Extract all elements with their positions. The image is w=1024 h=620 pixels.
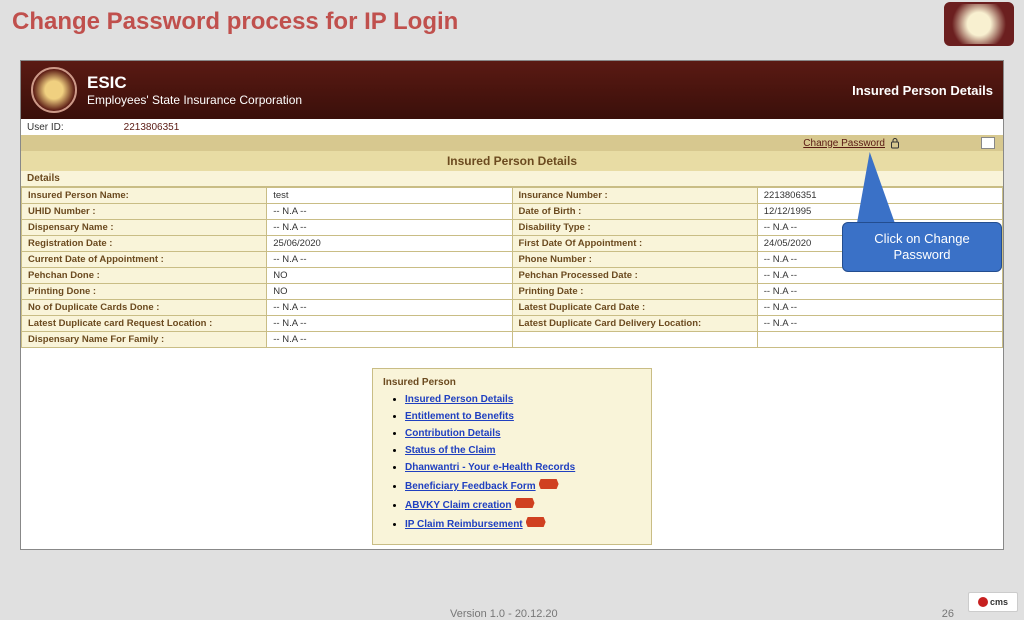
page-heading: Insured Person Details bbox=[852, 83, 993, 98]
field-label bbox=[512, 332, 757, 348]
field-label: Pehchan Done : bbox=[22, 268, 267, 284]
field-value: -- N.A -- bbox=[267, 252, 512, 268]
field-label: UHID Number : bbox=[22, 204, 267, 220]
list-item: ABVKY Claim creation bbox=[405, 498, 641, 511]
callout-pointer bbox=[850, 152, 897, 227]
field-label: Dispensary Name : bbox=[22, 220, 267, 236]
field-label: Latest Duplicate Card Date : bbox=[512, 300, 757, 316]
esic-logo bbox=[31, 67, 77, 113]
field-value: -- N.A -- bbox=[267, 220, 512, 236]
userid-label: User ID: bbox=[27, 122, 64, 133]
field-value: test bbox=[267, 188, 512, 204]
field-label: Insurance Number : bbox=[512, 188, 757, 204]
new-badge-icon bbox=[526, 517, 546, 527]
field-value: -- N.A -- bbox=[267, 316, 512, 332]
list-item: Beneficiary Feedback Form bbox=[405, 479, 641, 492]
field-label: Printing Done : bbox=[22, 284, 267, 300]
nav-link[interactable]: Status of the Claim bbox=[405, 445, 496, 456]
nav-link[interactable]: ABVKY Claim creation bbox=[405, 500, 512, 511]
field-label: Disability Type : bbox=[512, 220, 757, 236]
links-list: Insured Person Details Entitlement to Ben… bbox=[405, 394, 641, 530]
list-item: Status of the Claim bbox=[405, 445, 641, 456]
field-label: Phone Number : bbox=[512, 252, 757, 268]
field-value: -- N.A -- bbox=[267, 332, 512, 348]
list-item: Dhanwantri - Your e-Health Records bbox=[405, 462, 641, 473]
slide-title: Change Password process for IP Login bbox=[0, 0, 1024, 44]
field-label: Dispensary Name For Family : bbox=[22, 332, 267, 348]
field-label: Latest Duplicate Card Delivery Location: bbox=[512, 316, 757, 332]
lock-icon bbox=[889, 137, 901, 149]
field-label: Current Date of Appointment : bbox=[22, 252, 267, 268]
table-row: Dispensary Name For Family :-- N.A -- bbox=[22, 332, 1003, 348]
userid-value: 2213806351 bbox=[124, 122, 180, 133]
app-subtitle: Employees' State Insurance Corporation bbox=[87, 93, 302, 107]
nav-link[interactable]: Contribution Details bbox=[405, 428, 501, 439]
nav-link[interactable]: Beneficiary Feedback Form bbox=[405, 481, 536, 492]
field-value: NO bbox=[267, 268, 512, 284]
table-row: No of Duplicate Cards Done :-- N.A --Lat… bbox=[22, 300, 1003, 316]
list-item: Insured Person Details bbox=[405, 394, 641, 405]
change-password-label: Change Password bbox=[803, 138, 885, 149]
nav-link[interactable]: Insured Person Details bbox=[405, 394, 513, 405]
field-label: Date of Birth : bbox=[512, 204, 757, 220]
field-label: Printing Date : bbox=[512, 284, 757, 300]
field-value: -- N.A -- bbox=[757, 284, 1002, 300]
nav-link[interactable]: Entitlement to Benefits bbox=[405, 411, 514, 422]
field-value: -- N.A -- bbox=[757, 300, 1002, 316]
version-text: Version 1.0 - 20.12.20 bbox=[450, 608, 558, 620]
print-icon[interactable] bbox=[981, 137, 995, 149]
field-value: -- N.A -- bbox=[267, 204, 512, 220]
app-title: ESIC bbox=[87, 73, 302, 93]
cms-logo: cms bbox=[968, 592, 1018, 612]
field-value: NO bbox=[267, 284, 512, 300]
list-item: Contribution Details bbox=[405, 428, 641, 439]
field-label: Latest Duplicate card Request Location : bbox=[22, 316, 267, 332]
nav-link[interactable]: IP Claim Reimbursement bbox=[405, 519, 523, 530]
field-value: 25/06/2020 bbox=[267, 236, 512, 252]
change-password-link[interactable]: Change Password bbox=[803, 137, 901, 149]
nav-link[interactable]: Dhanwantri - Your e-Health Records bbox=[405, 462, 575, 473]
table-row: Latest Duplicate card Request Location :… bbox=[22, 316, 1003, 332]
action-bar: Change Password bbox=[21, 135, 1003, 151]
app-screenshot: ESIC Employees' State Insurance Corporat… bbox=[20, 60, 1004, 550]
field-value: -- N.A -- bbox=[267, 300, 512, 316]
new-badge-icon bbox=[515, 498, 535, 508]
field-label: First Date Of Appointment : bbox=[512, 236, 757, 252]
field-value bbox=[757, 332, 1002, 348]
field-label: Pehchan Processed Date : bbox=[512, 268, 757, 284]
list-item: IP Claim Reimbursement bbox=[405, 517, 641, 530]
field-label: No of Duplicate Cards Done : bbox=[22, 300, 267, 316]
callout: Click on Change Password bbox=[842, 222, 1002, 272]
links-title: Insured Person bbox=[383, 377, 641, 388]
field-value: -- N.A -- bbox=[757, 316, 1002, 332]
page-number: 26 bbox=[942, 608, 954, 620]
field-label: Registration Date : bbox=[22, 236, 267, 252]
userid-bar: User ID: 2213806351 bbox=[21, 119, 1003, 135]
app-header: ESIC Employees' State Insurance Corporat… bbox=[21, 61, 1003, 119]
table-row: Printing Done :NOPrinting Date :-- N.A -… bbox=[22, 284, 1003, 300]
esic-emblem-top bbox=[944, 2, 1014, 46]
links-panel: Insured Person Insured Person Details Ent… bbox=[372, 368, 652, 545]
new-badge-icon bbox=[539, 479, 559, 489]
list-item: Entitlement to Benefits bbox=[405, 411, 641, 422]
field-label: Insured Person Name: bbox=[22, 188, 267, 204]
